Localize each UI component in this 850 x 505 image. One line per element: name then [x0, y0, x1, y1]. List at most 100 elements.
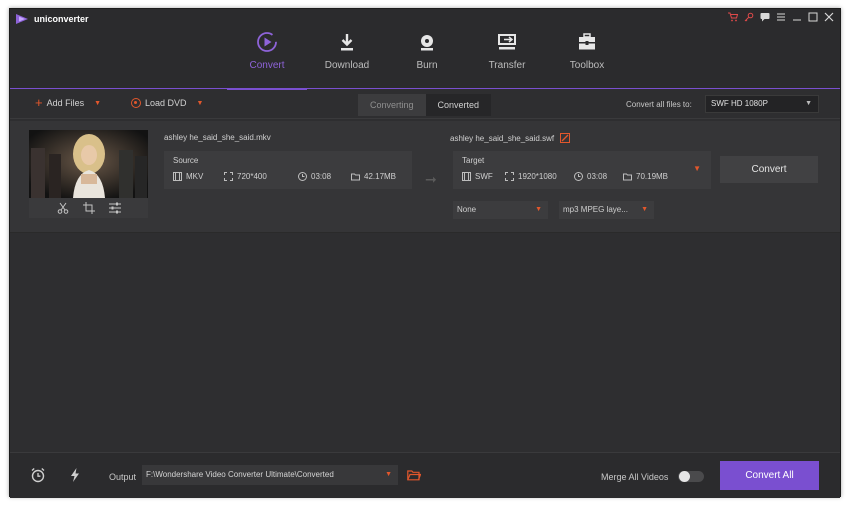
source-file-name: ashley he_said_she_said.mkv: [164, 133, 271, 142]
source-duration: 03:08: [298, 172, 331, 181]
download-icon: [341, 34, 353, 51]
tab-toolbox[interactable]: Toolbox: [547, 29, 627, 89]
source-resolution: 720*400: [224, 172, 267, 181]
source-format-value: MKV: [186, 172, 204, 181]
output-format-value: SWF HD 1080P: [711, 99, 768, 108]
audio-value: mp3 MPEG laye...: [563, 205, 628, 214]
dvd-icon: [131, 98, 141, 108]
merge-all-videos-label: Merge All Videos: [601, 472, 669, 482]
convert-icon: [257, 32, 277, 52]
close-icon[interactable]: [824, 12, 834, 22]
target-info-panel[interactable]: Target SWF 1920*1080 03:08 70.19MB ▼: [453, 151, 711, 189]
resolution-icon: [505, 172, 514, 181]
video-thumbnail[interactable]: [29, 130, 148, 198]
target-title: Target: [462, 156, 485, 165]
burn-icon: [421, 35, 433, 51]
target-format-value: SWF: [475, 172, 493, 181]
folder-icon: [351, 173, 360, 181]
source-title: Source: [173, 156, 199, 165]
tab-convert-label: Convert: [249, 60, 285, 71]
tab-download-label: Download: [324, 60, 370, 71]
tab-burn[interactable]: Burn: [387, 29, 467, 89]
target-format: SWF: [462, 172, 493, 181]
toolbar: + Add Files ▼ Load DVD ▼ Converting Conv…: [10, 91, 840, 119]
file-item: ashley he_said_she_said.mkv Source MKV 7…: [10, 121, 840, 233]
key-icon[interactable]: [744, 12, 754, 22]
film-icon: [173, 172, 182, 181]
nav-divider: [10, 88, 840, 89]
status-tabs: Converting Converted: [358, 94, 492, 116]
folder-icon: [623, 173, 632, 181]
subtitle-value: None: [457, 205, 477, 214]
effects-icon[interactable]: [108, 202, 121, 214]
target-resolution: 1920*1080: [505, 172, 557, 181]
merge-all-videos-toggle[interactable]: [678, 471, 704, 482]
tab-converting[interactable]: Converting: [358, 94, 426, 116]
target-duration: 03:08: [574, 172, 607, 181]
convert-button[interactable]: Convert: [720, 156, 818, 183]
app-title: uniconverter: [34, 14, 89, 24]
target-size: 70.19MB: [623, 172, 668, 181]
source-format: MKV: [173, 172, 203, 181]
output-path-value: F:\Wondershare Video Converter Ultimate\…: [146, 470, 334, 479]
output-format-select[interactable]: SWF HD 1080P ▼: [705, 95, 819, 113]
resolution-icon: [224, 172, 233, 181]
target-file-name-row: ashley he_said_she_said.swf: [450, 133, 571, 143]
main-nav: Convert Download Burn Transfer Toolbox: [227, 29, 627, 90]
alarm-clock-icon[interactable]: [30, 467, 46, 483]
target-resolution-value: 1920*1080: [518, 172, 557, 181]
tab-transfer-label: Transfer: [488, 60, 526, 71]
edit-icon[interactable]: [560, 133, 571, 143]
add-files-label: Add Files: [46, 98, 85, 108]
tab-burn-label: Burn: [416, 60, 438, 71]
target-file-name: ashley he_said_she_said.swf: [450, 133, 555, 143]
load-dvd-label: Load DVD: [145, 98, 187, 108]
menu-icon[interactable]: [776, 12, 786, 22]
clock-icon: [298, 172, 307, 181]
title-bar: uniconverter Convert Download Burn Trans…: [10, 9, 840, 90]
app-window: uniconverter Convert Download Burn Trans…: [9, 8, 841, 498]
convert-all-button[interactable]: Convert All: [720, 461, 819, 490]
window-controls: [728, 12, 834, 22]
source-size-value: 42.17MB: [364, 172, 397, 181]
tab-transfer[interactable]: Transfer: [467, 29, 547, 89]
toolbox-icon: [579, 33, 595, 50]
chevron-down-icon[interactable]: ▼: [94, 100, 101, 107]
trim-icon[interactable]: [57, 202, 69, 214]
source-info-panel: Source MKV 720*400 03:08 42.17MB: [164, 151, 412, 189]
tab-toolbox-label: Toolbox: [569, 60, 605, 71]
footer-bar: Output F:\Wondershare Video Converter Ul…: [10, 452, 840, 498]
crop-icon[interactable]: [82, 202, 95, 214]
tab-download[interactable]: Download: [307, 29, 387, 89]
tab-converted[interactable]: Converted: [425, 94, 492, 116]
source-duration-value: 03:08: [311, 172, 332, 181]
lightning-icon[interactable]: [67, 467, 83, 483]
minimize-icon[interactable]: [792, 12, 802, 22]
target-size-value: 70.19MB: [636, 172, 669, 181]
arrow-right-icon: ➞: [425, 171, 437, 187]
source-resolution-value: 720*400: [237, 172, 267, 181]
feedback-icon[interactable]: [760, 12, 770, 22]
chevron-down-icon[interactable]: ▼: [693, 164, 701, 173]
output-label: Output: [109, 472, 137, 482]
subtitle-select[interactable]: None ▼: [453, 201, 548, 219]
chevron-down-icon: ▼: [535, 206, 542, 213]
clock-icon: [574, 172, 583, 181]
chevron-down-icon: ▼: [385, 471, 392, 478]
open-folder-icon[interactable]: [407, 469, 421, 481]
chevron-down-icon[interactable]: ▼: [197, 100, 204, 107]
audio-select[interactable]: mp3 MPEG laye... ▼: [559, 201, 654, 219]
cart-icon[interactable]: [728, 12, 739, 22]
add-files-button[interactable]: + Add Files ▼: [35, 96, 101, 109]
thumbnail-image: [29, 130, 148, 198]
maximize-icon[interactable]: [808, 12, 818, 22]
chevron-down-icon: ▼: [805, 100, 812, 107]
target-duration-value: 03:08: [587, 172, 608, 181]
output-path-select[interactable]: F:\Wondershare Video Converter Ultimate\…: [142, 465, 398, 485]
film-icon: [462, 172, 471, 181]
chevron-down-icon: ▼: [641, 206, 648, 213]
tab-convert[interactable]: Convert: [227, 29, 307, 90]
app-logo-icon: [16, 14, 28, 24]
load-dvd-button[interactable]: Load DVD ▼: [131, 98, 203, 108]
source-size: 42.17MB: [351, 172, 396, 181]
